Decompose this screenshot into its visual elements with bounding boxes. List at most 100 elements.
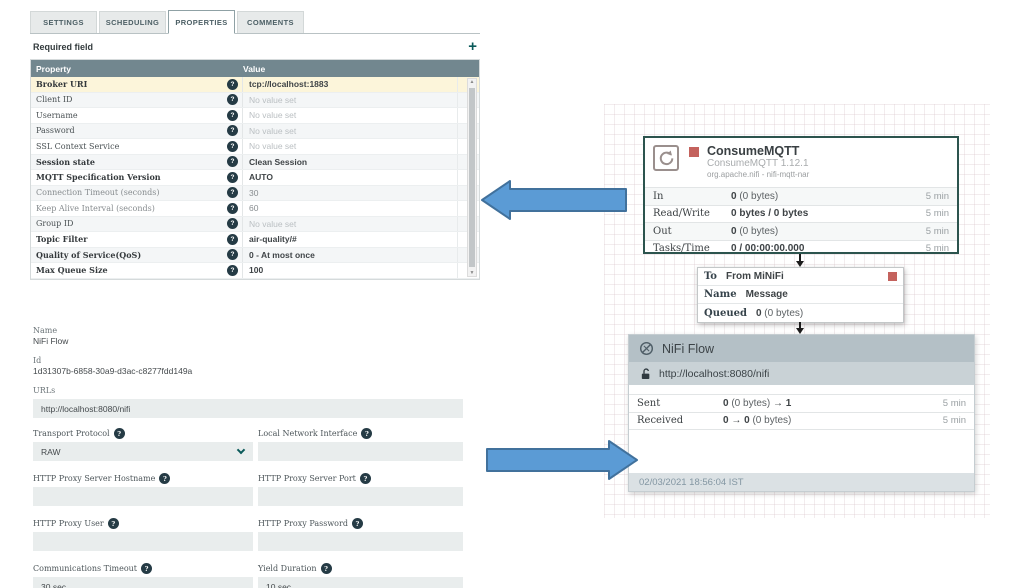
help-icon[interactable]: ?	[227, 187, 238, 198]
property-value[interactable]: AUTO	[242, 170, 457, 185]
property-row-password[interactable]: Password?No value set	[31, 124, 479, 140]
form-field-transport-protocol: Transport Protocol?RAW	[33, 428, 253, 461]
scroll-up-icon[interactable]: ▲	[470, 79, 475, 85]
urls-input[interactable]: http://localhost:8080/nifi	[33, 399, 463, 418]
remote-group-stats: Sent0 (0 bytes) → 15 minReceived0 → 0 (0…	[629, 394, 974, 430]
tab-comments[interactable]: COMMENTS	[237, 11, 304, 33]
help-icon[interactable]: ?	[108, 518, 119, 529]
id-value: 1d31307b-6858-30a9-d3ac-c8277fdd149a	[33, 366, 463, 377]
property-value[interactable]: 0 - At most once	[242, 248, 457, 263]
property-value[interactable]: 60	[242, 201, 457, 216]
remote-group-header: NiFi Flow	[629, 335, 974, 362]
urls-label: URLs	[33, 385, 463, 396]
property-row-client-id[interactable]: Client ID?No value set	[31, 93, 479, 109]
tab-settings[interactable]: SETTINGS	[30, 11, 97, 33]
property-row-group-id[interactable]: Group ID?No value set	[31, 217, 479, 233]
help-icon[interactable]: ?	[227, 249, 238, 260]
http-proxy-server-hostname-input[interactable]	[33, 487, 253, 506]
id-label: Id	[33, 355, 463, 366]
consume-mqtt-processor[interactable]: ConsumeMQTT ConsumeMQTT 1.12.1 org.apach…	[643, 136, 959, 254]
http-proxy-user-input[interactable]	[33, 532, 253, 551]
stat-row-read-write: Read/Write0 bytes / 0 bytes5 min	[645, 205, 957, 223]
property-value[interactable]: No value set	[242, 93, 457, 108]
add-property-button[interactable]: +	[468, 39, 477, 54]
property-name: Topic Filter	[31, 234, 223, 244]
help-icon[interactable]: ?	[159, 473, 170, 484]
help-icon[interactable]: ?	[227, 125, 238, 136]
help-icon[interactable]: ?	[114, 428, 125, 439]
property-value[interactable]: Clean Session	[242, 155, 457, 170]
connection-row-to: ToFrom MiNiFi	[698, 268, 903, 286]
field-label: HTTP Proxy Server Port?	[258, 473, 463, 484]
property-value[interactable]: 30	[242, 186, 457, 201]
property-row-topic-filter[interactable]: Topic Filter? air-quality/#	[31, 232, 479, 248]
scrollbar-thumb[interactable]	[469, 88, 475, 267]
communications-timeout-input[interactable]: 30 sec	[33, 577, 253, 588]
property-value[interactable]: No value set	[242, 139, 457, 154]
help-icon[interactable]: ?	[360, 473, 371, 484]
help-icon[interactable]: ?	[227, 203, 238, 214]
property-row-session-state[interactable]: Session state?Clean Session	[31, 155, 479, 171]
stat-value-segment: (0 bytes)	[737, 191, 779, 202]
help-icon[interactable]: ?	[361, 428, 372, 439]
field-label-text: Communications Timeout	[33, 564, 137, 573]
http-proxy-server-port-input[interactable]	[258, 487, 463, 506]
stat-window: 5 min	[926, 226, 949, 237]
help-icon[interactable]: ?	[227, 110, 238, 121]
http-proxy-password-input[interactable]	[258, 532, 463, 551]
property-name: Connection Timeout (seconds)	[31, 188, 223, 197]
property-row-mqtt-specification-version[interactable]: MQTT Specification Version?AUTO	[31, 170, 479, 186]
help-icon[interactable]: ?	[352, 518, 363, 529]
property-value[interactable]: No value set	[242, 108, 457, 123]
stat-row-out: Out0 (0 bytes)5 min	[645, 222, 957, 240]
property-row-keep-alive-interval-seconds[interactable]: Keep Alive Interval (seconds)?60	[31, 201, 479, 217]
tab-properties[interactable]: PROPERTIES	[168, 10, 235, 34]
connection-row-label: Queued	[704, 308, 747, 319]
property-row-connection-timeout-seconds[interactable]: Connection Timeout (seconds)? 30	[31, 186, 479, 202]
help-icon[interactable]: ?	[227, 94, 238, 105]
connection-row-value: 0 (0 bytes)	[756, 308, 803, 319]
table-scrollbar[interactable]: ▲ ▼	[467, 78, 477, 277]
field-label-text: Yield Duration	[258, 564, 317, 573]
field-label-text: HTTP Proxy User	[33, 519, 104, 528]
property-row-quality-of-service-qos[interactable]: Quality of Service(QoS)?0 - At most once	[31, 248, 479, 264]
field-label-text: HTTP Proxy Password	[258, 519, 348, 528]
property-row-ssl-context-service[interactable]: SSL Context Service?No value set	[31, 139, 479, 155]
nifi-canvas[interactable]: ConsumeMQTT ConsumeMQTT 1.12.1 org.apach…	[604, 104, 990, 518]
property-row-max-queue-size[interactable]: Max Queue Size?100	[31, 263, 479, 279]
transport-protocol-select[interactable]: RAW	[33, 442, 253, 461]
help-icon[interactable]: ?	[227, 79, 238, 90]
processor-bundle: org.apache.nifi - nifi-mqtt-nar	[707, 170, 809, 180]
help-icon[interactable]: ?	[227, 141, 238, 152]
config-tab-bar: SETTINGSSCHEDULINGPROPERTIESCOMMENTS	[30, 10, 480, 34]
help-icon[interactable]: ?	[227, 265, 238, 276]
property-value[interactable]: 100	[242, 263, 457, 278]
field-value: 10 sec	[266, 582, 291, 588]
help-icon[interactable]: ?	[227, 218, 238, 229]
help-icon[interactable]: ?	[227, 156, 238, 167]
property-value[interactable]: No value set	[242, 217, 457, 232]
remote-process-group[interactable]: NiFi Flow http://localhost:8080/nifi Sen…	[628, 334, 975, 492]
unlock-icon	[641, 368, 651, 380]
help-icon[interactable]: ?	[321, 563, 332, 574]
scroll-down-icon[interactable]: ▼	[470, 270, 475, 276]
help-icon[interactable]: ?	[227, 234, 238, 245]
tab-scheduling[interactable]: SCHEDULING	[99, 11, 166, 33]
help-icon[interactable]: ?	[141, 563, 152, 574]
field-label: HTTP Proxy User?	[33, 518, 253, 529]
yield-duration-input[interactable]: 10 sec	[258, 577, 463, 588]
stat-label: Sent	[637, 398, 723, 409]
stat-window: 5 min	[926, 208, 949, 219]
local-network-interface-input[interactable]	[258, 442, 463, 461]
form-field-local-network-interface: Local Network Interface?	[258, 428, 463, 461]
property-value[interactable]: air-quality/#	[242, 232, 457, 247]
property-row-username[interactable]: Username?No value set	[31, 108, 479, 124]
connection-row-name: NameMessage	[698, 286, 903, 304]
form-field-communications-timeout: Communications Timeout? 30 sec	[33, 563, 253, 588]
property-row-broker-uri[interactable]: Broker URI?tcp://localhost:1883	[31, 77, 479, 93]
property-value[interactable]: No value set	[242, 124, 457, 139]
connection-label[interactable]: ToFrom MiNiFiNameMessage Queued 0 (0 bytes…	[697, 267, 904, 323]
stat-window: 5 min	[943, 415, 966, 426]
help-icon[interactable]: ?	[227, 172, 238, 183]
property-value[interactable]: tcp://localhost:1883	[242, 77, 457, 92]
